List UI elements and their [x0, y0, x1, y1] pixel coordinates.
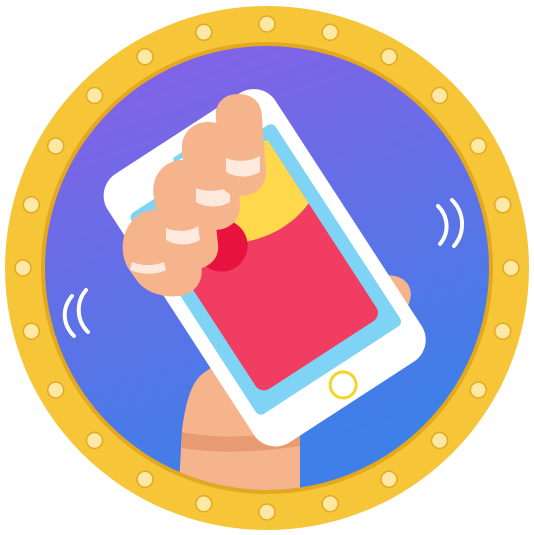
frame-bulb: [14, 259, 32, 277]
frame-bulb: [430, 86, 449, 105]
frame-bulb: [195, 23, 213, 42]
frame-bulb: [321, 23, 339, 42]
frame-bulb: [22, 196, 41, 214]
frame-bulb: [136, 470, 154, 489]
frame-bulb: [493, 196, 512, 214]
frame-bulb: [258, 503, 276, 521]
frame-bulb: [46, 137, 65, 155]
shake-badge: [0, 0, 534, 535]
frame-bulb: [502, 259, 520, 277]
frame-bulb: [85, 431, 104, 450]
frame-bulb: [380, 470, 398, 489]
frame-bulb: [469, 381, 488, 399]
frame-bulb: [380, 47, 398, 66]
frame-bulb: [85, 86, 104, 105]
frame-bulb: [258, 15, 276, 33]
frame-bulb: [195, 494, 213, 513]
frame-bulb: [46, 381, 65, 399]
frame-bulb: [22, 322, 41, 340]
shake-badge-art: [5, 6, 529, 530]
frame-bulb: [469, 137, 488, 155]
frame-bulb: [430, 431, 449, 450]
frame-bulb: [493, 322, 512, 340]
frame-bulb: [321, 494, 339, 513]
frame-bulb: [136, 47, 154, 66]
